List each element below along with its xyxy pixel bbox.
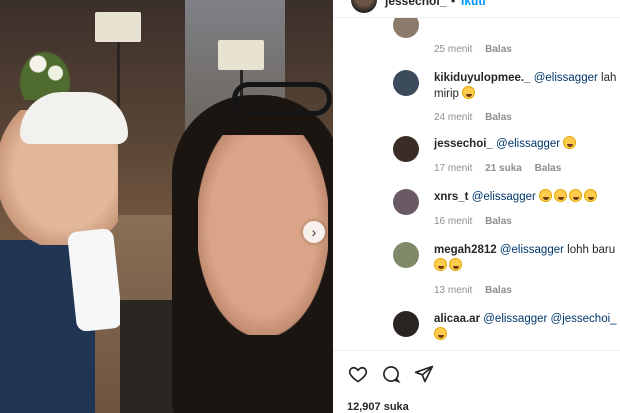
comment-meta: 17 menit 21 suka Balas bbox=[434, 163, 571, 174]
comment-time: 16 menit bbox=[434, 216, 473, 227]
white-cap bbox=[20, 92, 128, 144]
comment-meta: 16 menit Balas bbox=[434, 216, 522, 227]
comment-text: jessechoi_ @elissagger bbox=[434, 136, 578, 152]
comment-meta: 13 menit Balas bbox=[434, 285, 522, 296]
heart-icon bbox=[348, 366, 368, 383]
share-button[interactable] bbox=[413, 363, 435, 385]
commenter-avatar[interactable] bbox=[393, 311, 419, 337]
commenter-avatar[interactable] bbox=[393, 242, 419, 268]
post-photo: › bbox=[0, 0, 333, 413]
post-actions: 12,907 suka bbox=[333, 350, 620, 413]
commenter-username[interactable]: megah2812 bbox=[434, 244, 497, 256]
comment-meta: 24 menit Balas bbox=[434, 112, 522, 123]
comment-body: lah i bbox=[601, 72, 620, 84]
comment-text: xnrs_t @elissagger bbox=[434, 189, 599, 205]
commenter-username[interactable]: alicaa.ar bbox=[434, 313, 480, 325]
flower-plant bbox=[10, 40, 80, 100]
comment-time: 24 menit bbox=[434, 112, 473, 123]
comment-body-line2: mirip bbox=[434, 88, 459, 100]
comment-meta: 25 menit Balas bbox=[434, 44, 522, 55]
comment-text: kikiduyulopmee._ @elissagger lah i bbox=[434, 70, 620, 86]
comment-likes[interactable]: 21 suka bbox=[485, 163, 522, 174]
commenter-username[interactable]: kikiduyulopmee._ bbox=[434, 72, 531, 84]
comment-text-line2 bbox=[434, 258, 464, 274]
laughing-face-icon bbox=[434, 258, 447, 271]
comment-time: 17 menit bbox=[434, 163, 473, 174]
comment-mention[interactable]: @elissagger bbox=[472, 191, 536, 203]
crying-face-icon bbox=[462, 86, 476, 99]
likes-count[interactable]: 12,907 suka bbox=[347, 401, 409, 413]
comments-panel: jessechoi_ • Ikuti 25 menit Balas kikidu… bbox=[333, 0, 620, 413]
comment-text: megah2812 @elissagger lohh baru bbox=[434, 242, 615, 258]
commenter-avatar[interactable] bbox=[393, 70, 419, 96]
table-lamp-shade bbox=[218, 40, 264, 70]
comment-mention[interactable]: @elissagger @jessechoi_ bbox=[483, 313, 616, 325]
reply-button[interactable]: Balas bbox=[535, 163, 562, 174]
comment-mention[interactable]: @elissagger bbox=[496, 138, 560, 150]
comment-mention[interactable]: @elissagger bbox=[534, 72, 598, 84]
laughing-face-icon bbox=[584, 189, 598, 202]
reply-button[interactable]: Balas bbox=[485, 285, 512, 296]
chevron-right-icon: › bbox=[311, 224, 317, 240]
comment-text: alicaa.ar @elissagger @jessechoi_ n bbox=[434, 311, 620, 327]
post-header: jessechoi_ • Ikuti bbox=[333, 0, 620, 18]
reply-button[interactable]: Balas bbox=[485, 44, 512, 55]
sunglasses bbox=[232, 82, 332, 116]
floor-lamp-shade bbox=[95, 12, 141, 42]
reply-button[interactable]: Balas bbox=[485, 112, 512, 123]
comment-mention[interactable]: @elissagger bbox=[500, 244, 564, 256]
reply-button[interactable]: Balas bbox=[485, 216, 512, 227]
commenter-username[interactable]: xnrs_t bbox=[434, 191, 469, 203]
commenter-avatar[interactable] bbox=[393, 18, 419, 38]
next-photo-button[interactable]: › bbox=[303, 221, 325, 243]
comment-time: 25 menit bbox=[434, 44, 473, 55]
comment-list: 25 menit Balas kikiduyulopmee._ @elissag… bbox=[333, 18, 620, 350]
laughing-face-icon bbox=[449, 258, 462, 271]
share-icon bbox=[414, 365, 434, 383]
rolling-laughing-face-icon bbox=[434, 327, 447, 340]
comment-text-line2: mirip bbox=[434, 86, 477, 102]
author-username[interactable]: jessechoi_ bbox=[385, 0, 446, 8]
comment-time: 13 menit bbox=[434, 285, 473, 296]
like-button[interactable] bbox=[347, 363, 369, 385]
comment-icon bbox=[383, 366, 401, 383]
laughing-face-icon bbox=[563, 136, 577, 149]
commenter-username[interactable]: jessechoi_ bbox=[434, 138, 493, 150]
laughing-face-icon bbox=[569, 189, 583, 202]
comment-button[interactable] bbox=[380, 363, 402, 385]
commenter-avatar[interactable] bbox=[393, 189, 419, 215]
laughing-face-icon bbox=[554, 189, 568, 202]
follow-button[interactable]: Ikuti bbox=[461, 0, 486, 8]
author-avatar[interactable] bbox=[351, 0, 377, 13]
comment-body: lohh baru bbox=[567, 244, 616, 256]
comment-text-line2 bbox=[434, 327, 449, 343]
header-separator: • bbox=[451, 0, 456, 8]
laughing-face-icon bbox=[539, 189, 553, 202]
commenter-avatar[interactable] bbox=[393, 136, 419, 162]
